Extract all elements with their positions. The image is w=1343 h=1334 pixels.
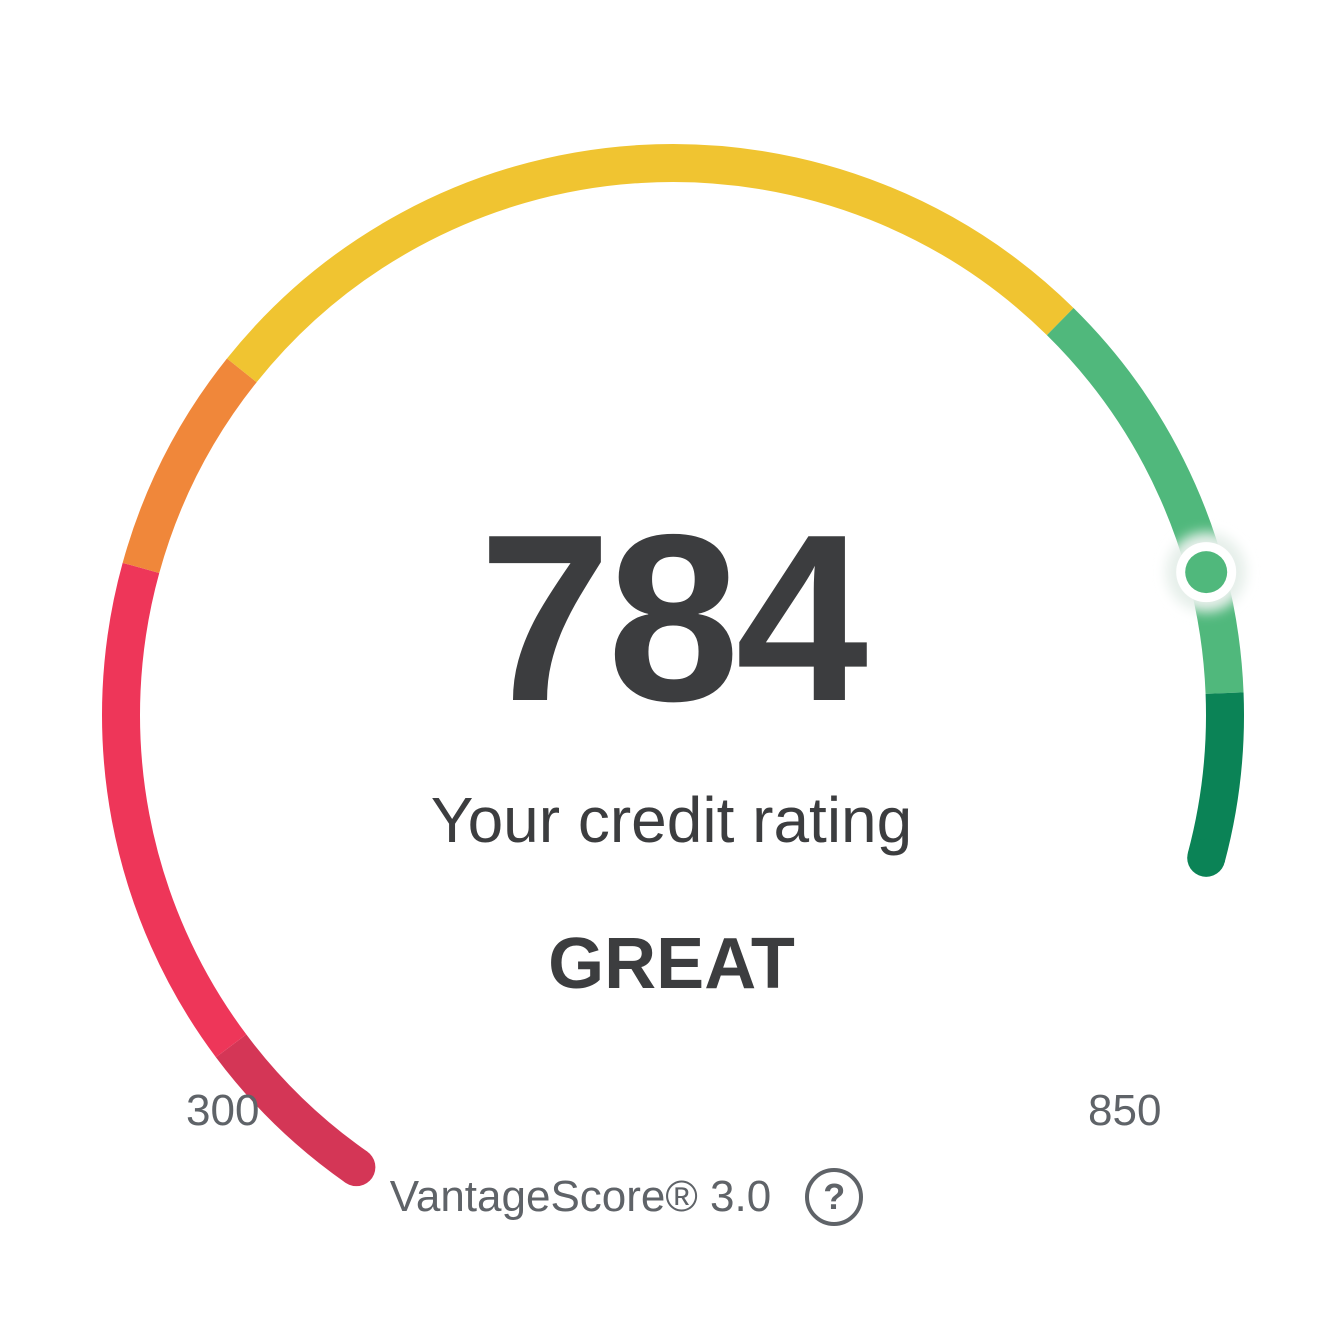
- score-model-name: VantageScore® 3.0: [389, 1172, 772, 1221]
- question-circle-icon[interactable]: ?: [805, 1168, 864, 1226]
- gauge-max-label: 850: [1088, 1086, 1162, 1135]
- gauge-band-good: [226, 144, 1074, 383]
- credit-rating-caption: Your credit rating: [430, 784, 913, 856]
- score-model-footer: VantageScore® 3.0 ?: [0, 1168, 1343, 1226]
- credit-score-gauge: 784 Your credit rating GREAT 300 850 Van…: [0, 0, 1343, 1334]
- help-glyph: ?: [823, 1176, 846, 1217]
- credit-rating-label: GREAT: [548, 924, 795, 1004]
- gauge-min-label: 300: [186, 1086, 260, 1135]
- credit-score-value: 784: [478, 486, 868, 751]
